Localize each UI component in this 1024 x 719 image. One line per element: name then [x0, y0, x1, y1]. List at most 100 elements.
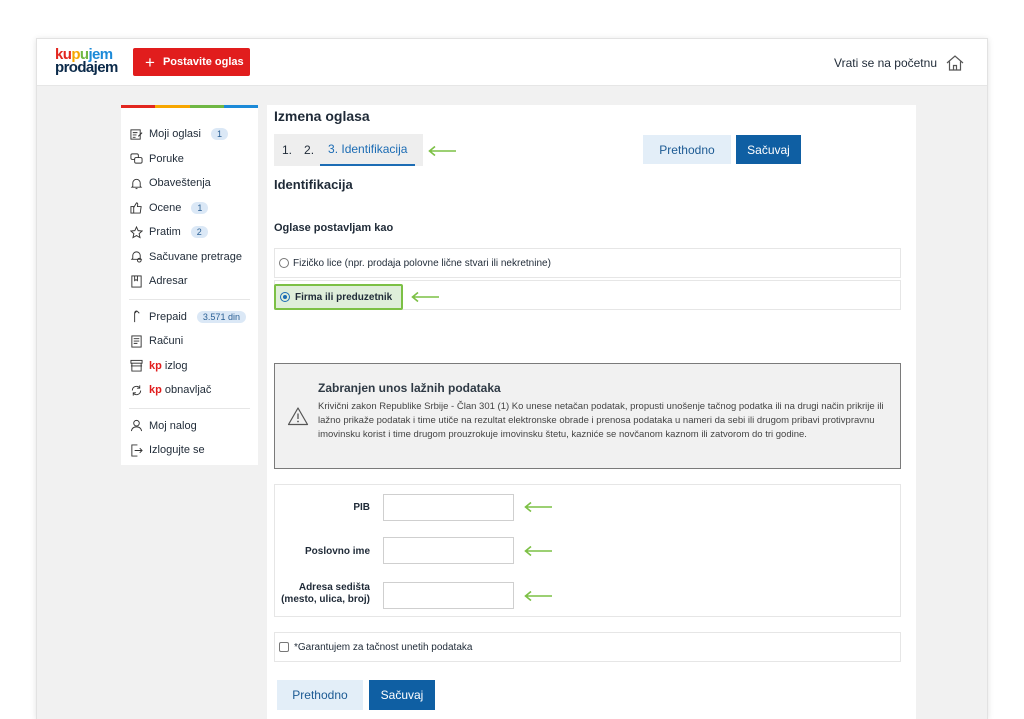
address-label: Adresa sedišta (mesto, ulica, broj): [275, 582, 370, 606]
step-3-identifikacija[interactable]: 3. Identifikacija: [320, 134, 416, 166]
guarantee-row[interactable]: *Garantujem za tačnost unetih podataka: [274, 632, 901, 662]
bell-icon: [129, 176, 143, 190]
home-icon: [946, 55, 964, 71]
chat-icon: [129, 152, 143, 166]
sidebar-item-kp-izlog[interactable]: kp izlog: [121, 354, 258, 379]
business-name-label: Poslovno ime: [304, 546, 370, 557]
sidebar-item-text: Poruke: [149, 152, 184, 165]
sidebar-item-ocene[interactable]: Ocene 1: [121, 196, 258, 221]
user-icon: [129, 419, 143, 433]
option-company-label: Firma ili preduzetnik: [295, 291, 393, 303]
sidebar-item-label: Ocene: [149, 202, 181, 214]
edit-list-icon: [129, 127, 143, 141]
site-header: kupujem prodajem + Postavite oglas Vrati…: [37, 39, 987, 86]
radio-individual[interactable]: [279, 258, 289, 268]
prev-button-bottom[interactable]: Prethodno: [277, 680, 363, 710]
step-1[interactable]: 1.: [274, 143, 298, 157]
sidebar-item-text: Adresar: [149, 275, 188, 288]
page-title: Izmena oglasa: [274, 108, 370, 124]
sidebar-item-text: Računi: [149, 335, 184, 348]
saved-search-icon: [129, 250, 143, 264]
site-logo[interactable]: kupujem prodajem: [55, 47, 127, 76]
sidebar-item-prepaid[interactable]: Prepaid 3.571 din: [121, 305, 258, 330]
annotation-arrow-icon: [428, 145, 456, 157]
sidebar-item-sačuvane-pretrage[interactable]: Sačuvane pretrage: [121, 245, 258, 270]
address-label-line2: (mesto, ulica, broj): [281, 594, 370, 605]
sidebar-item-moji-oglasi[interactable]: Moji oglasi 1: [121, 122, 258, 147]
sidebar-item-pratim[interactable]: Pratim 2: [121, 220, 258, 245]
sidebar-item-text: Pratim: [149, 226, 181, 239]
stripe-segment: [155, 105, 190, 108]
pib-label: PIB: [353, 502, 370, 513]
prepaid-icon: [129, 310, 143, 324]
account-sidebar: Moji oglasi 1 Poruke Obaveštenja Ocene 1 Prati…: [121, 105, 258, 465]
pib-input[interactable]: [383, 494, 514, 521]
count-badge: 1: [191, 201, 209, 214]
step-2[interactable]: 2.: [298, 143, 320, 157]
sidebar-item-label: Poruke: [149, 153, 184, 165]
guarantee-label: *Garantujem za tačnost unetih podataka: [294, 641, 473, 653]
warning-box: Zabranjen unos lažnih podataka Krivični …: [274, 363, 901, 469]
seller-type-title: Oglase postavljam kao: [274, 222, 394, 234]
warning-title: Zabranjen unos lažnih podataka: [318, 381, 501, 395]
sidebar-item-label: Prepaid: [149, 311, 187, 323]
sidebar-item-text: Izlogujte se: [149, 444, 205, 457]
count-badge: 1: [210, 128, 228, 141]
warning-text: Krivični zakon Republike Srbije - Član 3…: [318, 401, 884, 440]
sidebar-item-izlogujte-se[interactable]: Izlogujte se: [121, 438, 258, 463]
sidebar-item-label: kp izlog: [149, 360, 188, 372]
plus-icon: +: [145, 52, 155, 72]
kp-brand: kp: [149, 359, 162, 372]
option-company[interactable]: Firma ili preduzetnik: [274, 284, 403, 310]
count-badge: 2: [190, 226, 208, 239]
save-button-top[interactable]: Sačuvaj: [736, 135, 801, 164]
annotation-arrow-icon: [524, 501, 552, 513]
address-input[interactable]: [383, 582, 514, 609]
sidebar-item-text: Sačuvane pretrage: [149, 250, 242, 263]
section-title: Identifikacija: [274, 177, 353, 192]
warning-triangle-icon: [287, 407, 309, 426]
sidebar-item-text: izlog: [164, 359, 188, 372]
sidebar-item-obaveštenja[interactable]: Obaveštenja: [121, 171, 258, 196]
stripe-segment: [189, 105, 224, 108]
guarantee-checkbox[interactable]: [279, 642, 289, 652]
sidebar-item-label: Sačuvane pretrage: [149, 251, 242, 263]
main-panel: Izmena oglasa 1. 2. 3. Identifikacija Pr…: [267, 105, 916, 719]
sidebar-item-računi[interactable]: Računi: [121, 329, 258, 354]
kp-brand: kp: [149, 384, 162, 397]
sidebar-item-label: Izlogujte se: [149, 444, 205, 456]
sidebar-item-label: Obaveštenja: [149, 177, 211, 189]
refresh-icon: [129, 383, 143, 397]
sidebar-item-text: Obaveštenja: [149, 177, 211, 190]
option-individual-label: Fizičko lice (npr. prodaja polovne lične…: [293, 257, 551, 269]
post-ad-button[interactable]: + Postavite oglas: [133, 48, 250, 76]
sidebar-divider: [129, 407, 250, 409]
sidebar-item-label: Moji oglasi: [149, 128, 201, 140]
sidebar-item-text: Moji oglasi: [149, 128, 201, 141]
star-icon: [129, 225, 143, 239]
sidebar-item-poruke[interactable]: Poruke: [121, 147, 258, 172]
receipt-icon: [129, 334, 143, 348]
browser-page-frame: kupujem prodajem + Postavite oglas Vrati…: [36, 38, 988, 719]
option-individual[interactable]: Fizičko lice (npr. prodaja polovne lične…: [274, 248, 901, 278]
annotation-arrow-icon: [411, 291, 439, 303]
sidebar-item-kp-obnavljač[interactable]: kp obnavljač: [121, 378, 258, 403]
prev-button-top[interactable]: Prethodno: [643, 135, 731, 164]
annotation-arrow-icon: [524, 545, 552, 557]
logo-line-2: prodajem: [55, 59, 118, 76]
sidebar-item-adresar[interactable]: Adresar: [121, 269, 258, 294]
annotation-arrow-icon: [524, 590, 552, 602]
business-name-input[interactable]: [383, 537, 514, 564]
sidebar-item-text: Ocene: [149, 201, 182, 214]
color-stripe: [121, 105, 258, 108]
save-button-bottom[interactable]: Sačuvaj: [369, 680, 435, 710]
sidebar-item-text: obnavljač: [164, 384, 212, 397]
sidebar-item-text: Prepaid: [149, 310, 187, 323]
sidebar-item-label: Moj nalog: [149, 420, 197, 432]
sidebar-item-label: kp obnavljač: [149, 384, 211, 396]
sidebar-item-label: Pratim: [149, 226, 181, 238]
sidebar-item-moj-nalog[interactable]: Moj nalog: [121, 414, 258, 439]
home-link[interactable]: Vrati se na početnu: [834, 53, 965, 73]
thumbs-up-icon: [129, 201, 143, 215]
radio-company[interactable]: [280, 292, 290, 302]
